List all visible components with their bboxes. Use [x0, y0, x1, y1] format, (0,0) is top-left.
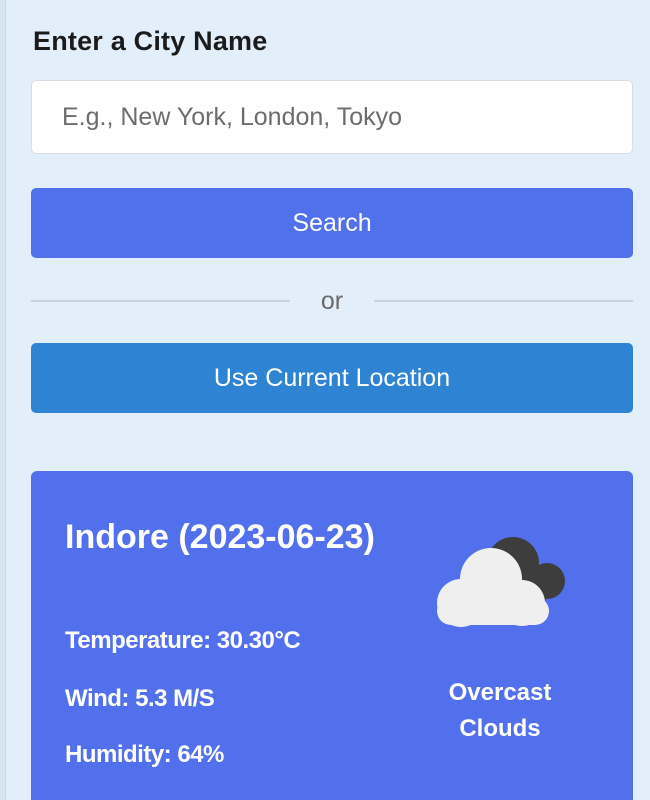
temperature-text: Temperature: 30.30°C — [65, 627, 301, 654]
humidity-text: Humidity: 64% — [65, 741, 224, 768]
city-date-heading: Indore (2023-06-23) — [65, 518, 375, 556]
divider-line-right — [374, 300, 633, 302]
divider-line-left — [31, 300, 290, 302]
divider-text: or — [320, 286, 344, 315]
left-edge — [0, 0, 6, 800]
city-name-label: Enter a City Name — [33, 26, 268, 56]
or-divider: or — [31, 284, 633, 318]
use-current-location-button[interactable]: Use Current Location — [31, 343, 633, 413]
weather-condition-text: Overcast Clouds — [448, 679, 552, 742]
city-search-input[interactable] — [31, 80, 633, 154]
wind-text: Wind: 5.3 M/S — [65, 685, 215, 712]
search-button[interactable]: Search — [31, 188, 633, 258]
current-weather-card: Indore (2023-06-23) Temperature: 30.30°C… — [31, 471, 633, 800]
overcast-clouds-icon — [437, 537, 565, 627]
